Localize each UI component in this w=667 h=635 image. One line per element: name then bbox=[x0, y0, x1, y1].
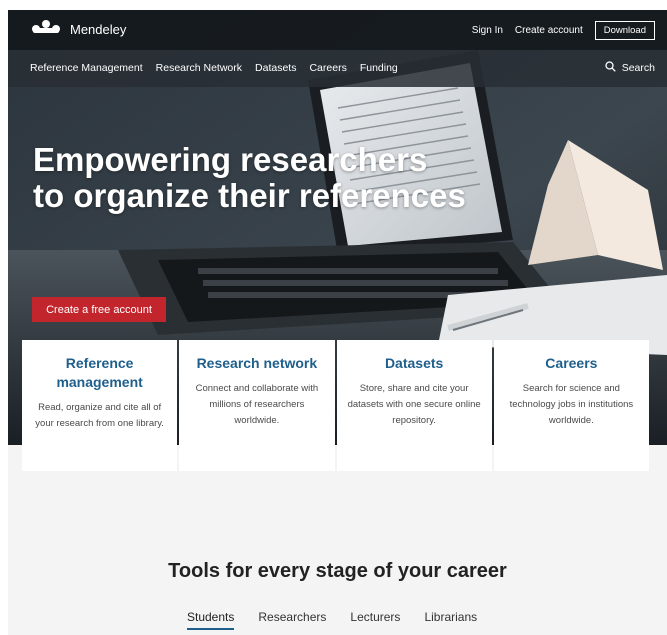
create-free-account-button[interactable]: Create a free account bbox=[32, 297, 166, 322]
card-description: Search for science and technology jobs i… bbox=[509, 383, 634, 426]
hero-headline: Empowering researchers to organize their… bbox=[33, 142, 466, 214]
nav-research-network[interactable]: Research Network bbox=[156, 62, 242, 74]
search-icon bbox=[605, 61, 616, 75]
tab-researchers[interactable]: Researchers bbox=[258, 610, 326, 630]
card-title[interactable]: Careers bbox=[504, 354, 639, 373]
top-links: Sign In Create account Download bbox=[472, 21, 655, 40]
card-title[interactable]: Research network bbox=[189, 354, 324, 373]
tab-lecturers[interactable]: Lecturers bbox=[350, 610, 400, 630]
headline-line-2: to organize their references bbox=[33, 177, 466, 214]
logo-text: Mendeley bbox=[70, 22, 127, 37]
search-button[interactable]: Search bbox=[605, 61, 655, 75]
nav-datasets[interactable]: Datasets bbox=[255, 62, 296, 74]
nav-careers[interactable]: Careers bbox=[309, 62, 346, 74]
card-title[interactable]: Reference management bbox=[32, 354, 167, 392]
nav-reference-management[interactable]: Reference Management bbox=[30, 62, 143, 74]
search-label: Search bbox=[621, 62, 655, 74]
card-title[interactable]: Datasets bbox=[347, 354, 482, 373]
audience-tabs: Students Researchers Lecturers Librarian… bbox=[187, 610, 477, 630]
tab-librarians[interactable]: Librarians bbox=[424, 610, 477, 630]
headline-line-1: Empowering researchers bbox=[33, 141, 428, 178]
mendeley-logo-icon bbox=[30, 19, 62, 40]
nav-items: Reference Management Research Network Da… bbox=[30, 62, 398, 74]
card-description: Store, share and cite your datasets with… bbox=[347, 383, 481, 426]
create-account-link[interactable]: Create account bbox=[515, 25, 583, 36]
top-bar: Mendeley Sign In Create account Download bbox=[8, 10, 667, 50]
card-description: Read, organize and cite all of your rese… bbox=[35, 402, 164, 429]
nav-funding[interactable]: Funding bbox=[360, 62, 398, 74]
card-datasets[interactable]: Datasets Store, share and cite your data… bbox=[336, 340, 492, 471]
card-research-network[interactable]: Research network Connect and collaborate… bbox=[179, 340, 335, 471]
card-reference-management[interactable]: Reference management Read, organize and … bbox=[22, 340, 178, 471]
logo[interactable]: Mendeley bbox=[30, 19, 126, 40]
page: Mendeley Sign In Create account Download… bbox=[8, 10, 667, 635]
tab-students[interactable]: Students bbox=[187, 610, 235, 630]
card-description: Connect and collaborate with millions of… bbox=[195, 383, 319, 426]
card-careers[interactable]: Careers Search for science and technolog… bbox=[493, 340, 649, 471]
main-nav: Reference Management Research Network Da… bbox=[8, 50, 667, 87]
download-button[interactable]: Download bbox=[594, 21, 655, 40]
tools-heading: Tools for every stage of your career bbox=[168, 560, 507, 582]
sign-in-link[interactable]: Sign In bbox=[472, 25, 503, 36]
feature-cards: Reference management Read, organize and … bbox=[22, 340, 649, 471]
